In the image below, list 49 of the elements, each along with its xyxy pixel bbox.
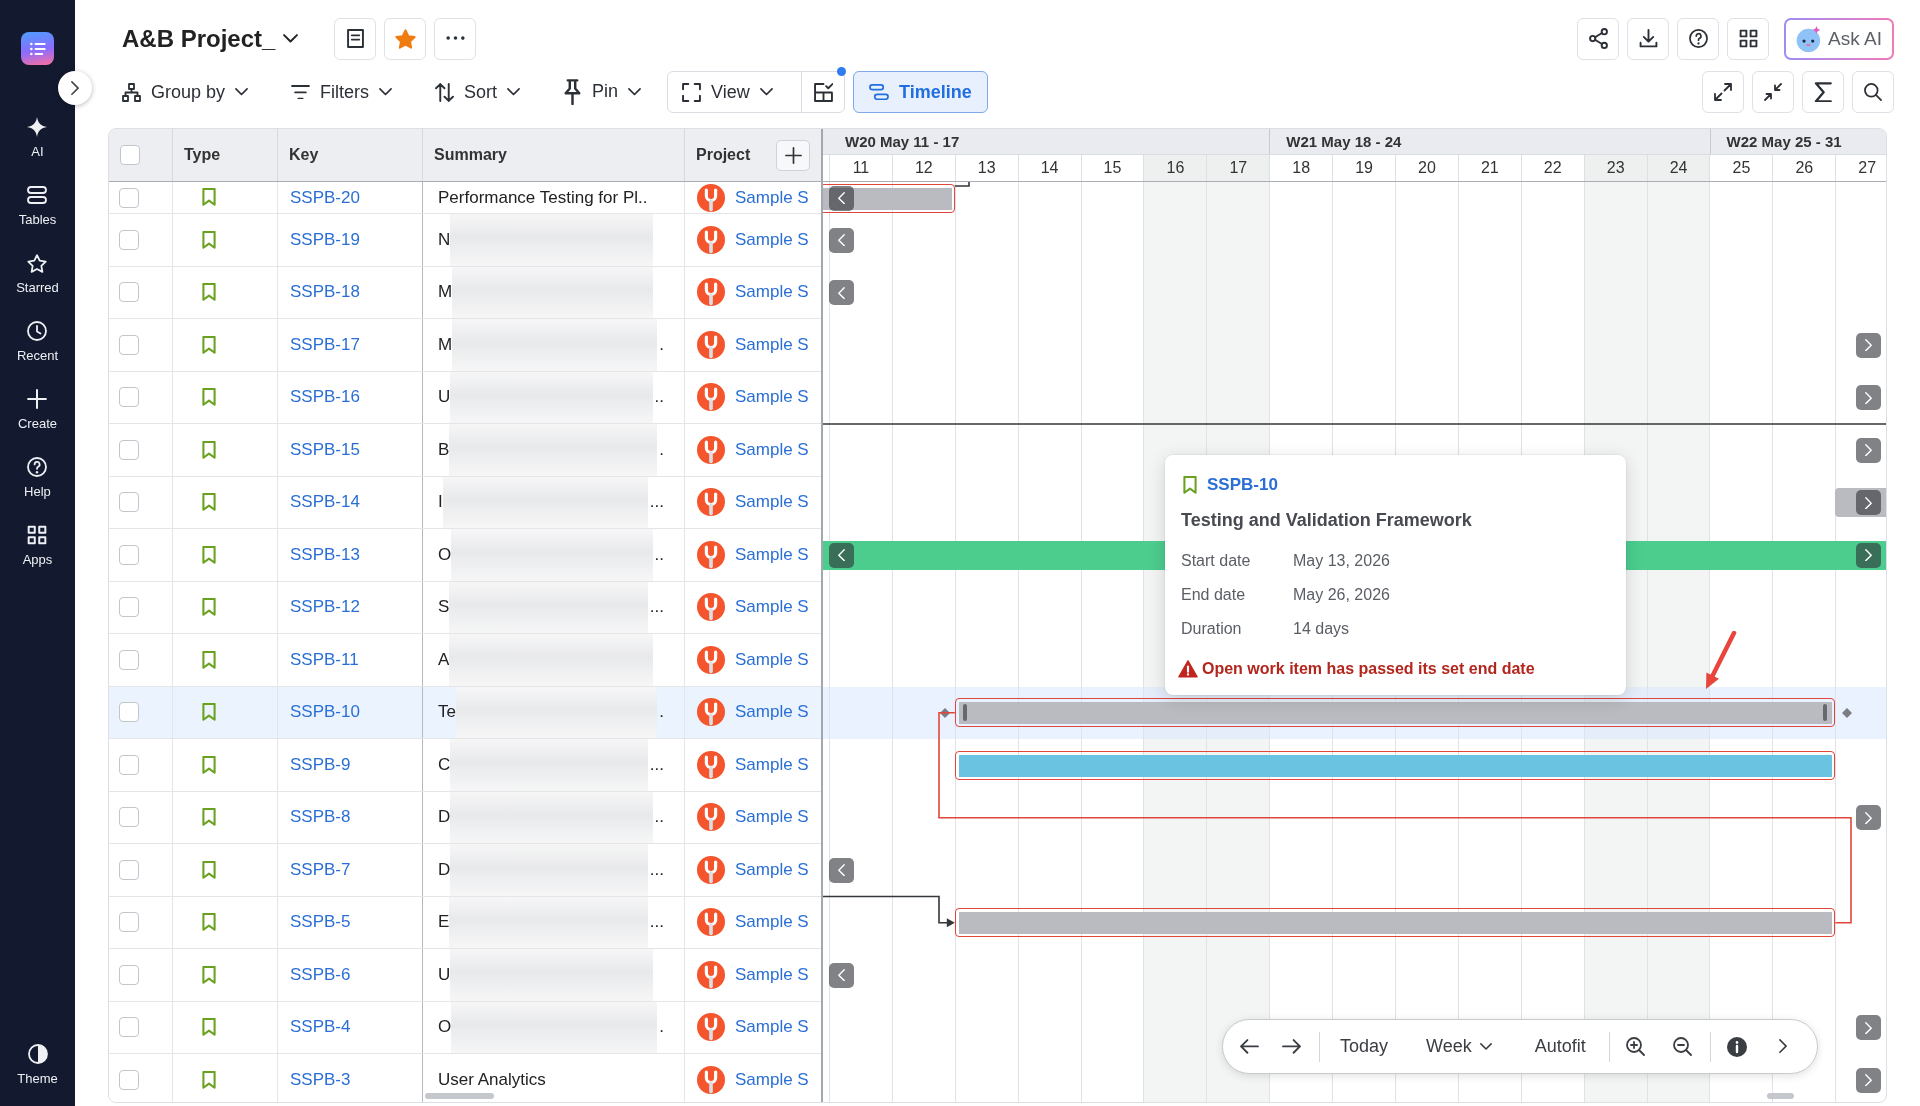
week-label: W21 May 18 - 24 [1286, 133, 1402, 150]
summary-text: User Analytics [438, 1069, 546, 1090]
column-header: Project [696, 146, 751, 164]
field-label: Start date [1181, 552, 1252, 570]
day-label: 16 [1143, 155, 1207, 181]
summary-ellipsis: .. [654, 544, 664, 565]
summary-ellipsis: ... [649, 754, 664, 775]
summary-text: Performance Testing for Pl.. [438, 187, 648, 208]
summary-text: M [438, 334, 453, 355]
summary-ellipsis: . [659, 439, 664, 460]
field-label: Duration [1181, 620, 1243, 638]
summary-text: E [438, 912, 450, 933]
summary-text: D [438, 859, 451, 880]
summary-text: O [438, 1017, 452, 1038]
summary-text: A [438, 649, 450, 670]
column-header: Summary [434, 146, 507, 164]
summary-text: O [438, 544, 452, 565]
summary-ellipsis: .. [654, 807, 664, 828]
summary-ellipsis: ... [649, 912, 664, 933]
summary-ellipsis: . [659, 1017, 664, 1038]
summary-ellipsis: .. [654, 387, 664, 408]
summary-text: I [438, 492, 443, 513]
summary-ellipsis: ... [649, 597, 664, 618]
summary-text: B [438, 439, 450, 460]
day-label: 23 [1583, 155, 1647, 181]
summary-ellipsis: ... [649, 492, 664, 513]
week-label: W20 May 11 - 17 [845, 133, 960, 150]
summary-text: D [438, 807, 451, 828]
summary-text: Te [438, 702, 456, 723]
field-label: End date [1181, 586, 1247, 604]
summary-ellipsis: . [659, 334, 664, 355]
summary-text: C [438, 754, 451, 775]
column-header: Key [289, 146, 319, 164]
tooltip-title: Testing and Validation Framework [1181, 509, 1473, 532]
week-label: W22 May 25 - 31 [1726, 133, 1842, 150]
column-header: Type [184, 146, 221, 164]
field-value: 14 days [1293, 620, 1350, 638]
day-label: 24 [1646, 155, 1710, 181]
summary-text: N [438, 229, 451, 250]
summary-text: M [438, 282, 453, 303]
summary-ellipsis: . [659, 702, 664, 723]
summary-text: U [438, 964, 451, 985]
summary-text: U [438, 387, 451, 408]
field-value: May 13, 2026 [1293, 552, 1390, 570]
day-label: 17 [1206, 155, 1270, 181]
summary-ellipsis: ... [649, 859, 664, 880]
warning-text: Open work item has passed its set end date [1202, 660, 1535, 678]
summary-text: S [438, 597, 450, 618]
field-value: May 26, 2026 [1293, 586, 1390, 604]
